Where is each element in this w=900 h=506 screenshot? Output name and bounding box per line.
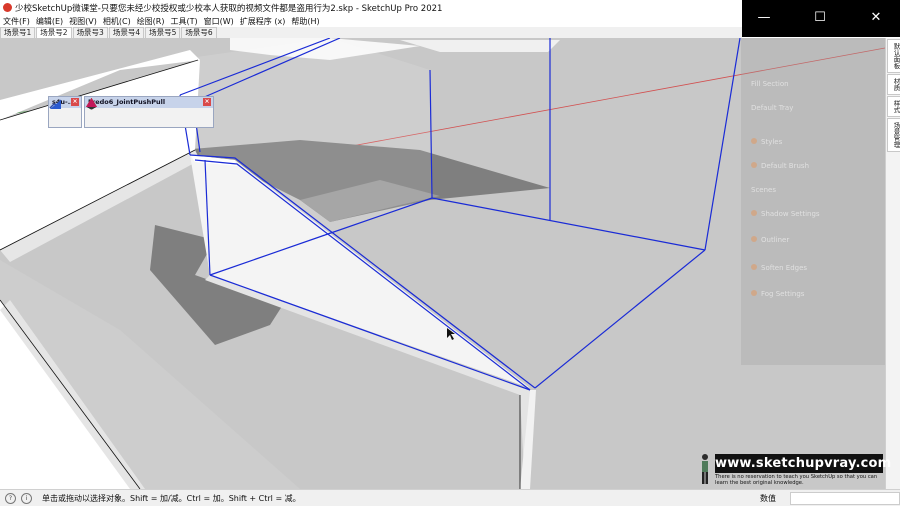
tray-item: Outliner <box>751 236 789 244</box>
tray-item: Default Brush <box>751 162 809 170</box>
scene-tab-5[interactable]: 场景号5 <box>145 27 181 38</box>
menu-help[interactable]: 帮助(H) <box>288 16 322 27</box>
menu-extensions[interactable]: 扩展程序 (x) <box>237 16 289 27</box>
window-title: 少校SketchUp微课堂-只要您未经少校授权或少校本人获取的视频文件都是盗用行… <box>15 3 443 14</box>
ramp-icon[interactable] <box>49 97 62 110</box>
tray-tab-default[interactable]: 默认面板 <box>887 39 900 73</box>
scene-tab-bar: 场景号1 场景号2 场景号3 场景号4 场景号5 场景号6 <box>0 27 742 38</box>
fredo-close-button[interactable]: × <box>203 98 211 106</box>
s4u-toolbar[interactable]: s4u-... × <box>48 96 82 128</box>
status-bar: ? i 单击或拖动以选择对象。Shift = 加/减。Ctrl = 加。Shif… <box>0 489 900 506</box>
minimize-button[interactable]: — <box>752 9 776 27</box>
tray-item: Fill Section <box>751 80 789 88</box>
undo-pushpull-icon[interactable] <box>85 97 98 110</box>
scene-tab-4[interactable]: 场景号4 <box>108 27 145 38</box>
help-icon[interactable]: ? <box>5 492 16 504</box>
status-hint: 单击或拖动以选择对象。Shift = 加/减。Ctrl = 加。Shift + … <box>42 493 301 503</box>
fredo-jointpushpull-toolbar[interactable]: Fredo6_JointPushPull × <box>84 96 214 128</box>
watermark-tagline: There is no reservation to teach you Ske… <box>715 474 878 486</box>
menu-edit[interactable]: 编辑(E) <box>33 16 66 27</box>
tray-item: Scenes <box>751 186 776 194</box>
info-icon[interactable]: i <box>21 492 32 504</box>
tray-tab-materials[interactable]: 材质 <box>887 74 900 95</box>
measurements-input[interactable] <box>790 492 900 505</box>
menu-camera[interactable]: 相机(C) <box>100 16 134 27</box>
default-tray-overlay: Fill Section Default Tray Styles Default… <box>741 38 885 365</box>
app-icon <box>3 3 12 12</box>
fredo-toolbar-title: Fredo6_JointPushPull <box>88 98 166 106</box>
tray-item: Shadow Settings <box>751 210 820 218</box>
scene-tab-2[interactable]: 场景号2 <box>36 27 72 38</box>
tray-tab-strip: 默认面板 材质 样式 场景管理 <box>885 38 900 489</box>
scene-tab-1[interactable]: 场景号1 <box>0 27 36 38</box>
menu-window[interactable]: 窗口(W) <box>201 16 237 27</box>
menu-view[interactable]: 视图(V) <box>66 16 100 27</box>
scene-tab-3[interactable]: 场景号3 <box>72 27 108 38</box>
watermark: www.sketchupvray.com There is no reserva… <box>697 452 892 489</box>
tray-item: Fog Settings <box>751 290 804 298</box>
measurements-label: 数值 <box>760 494 776 503</box>
menu-bar: 文件(F) 编辑(E) 视图(V) 相机(C) 绘图(R) 工具(T) 窗口(W… <box>0 15 742 27</box>
s4u-close-button[interactable]: × <box>71 98 79 106</box>
maximize-button[interactable]: ☐ <box>808 9 832 27</box>
figure-icon <box>702 454 708 484</box>
menu-file[interactable]: 文件(F) <box>0 16 33 27</box>
window-controls: — ☐ ✕ <box>742 0 900 37</box>
tray-item: Styles <box>751 138 782 146</box>
watermark-url: www.sketchupvray.com <box>715 454 892 473</box>
menu-draw[interactable]: 绘图(R) <box>134 16 168 27</box>
tray-item: Soften Edges <box>751 264 807 272</box>
menu-tools[interactable]: 工具(T) <box>168 16 201 27</box>
close-button[interactable]: ✕ <box>864 9 888 27</box>
tray-tab-scenes[interactable]: 场景管理 <box>887 118 900 152</box>
tray-tab-styles[interactable]: 样式 <box>887 96 900 117</box>
tray-item: Default Tray <box>751 104 794 112</box>
scene-tab-6[interactable]: 场景号6 <box>181 27 217 38</box>
